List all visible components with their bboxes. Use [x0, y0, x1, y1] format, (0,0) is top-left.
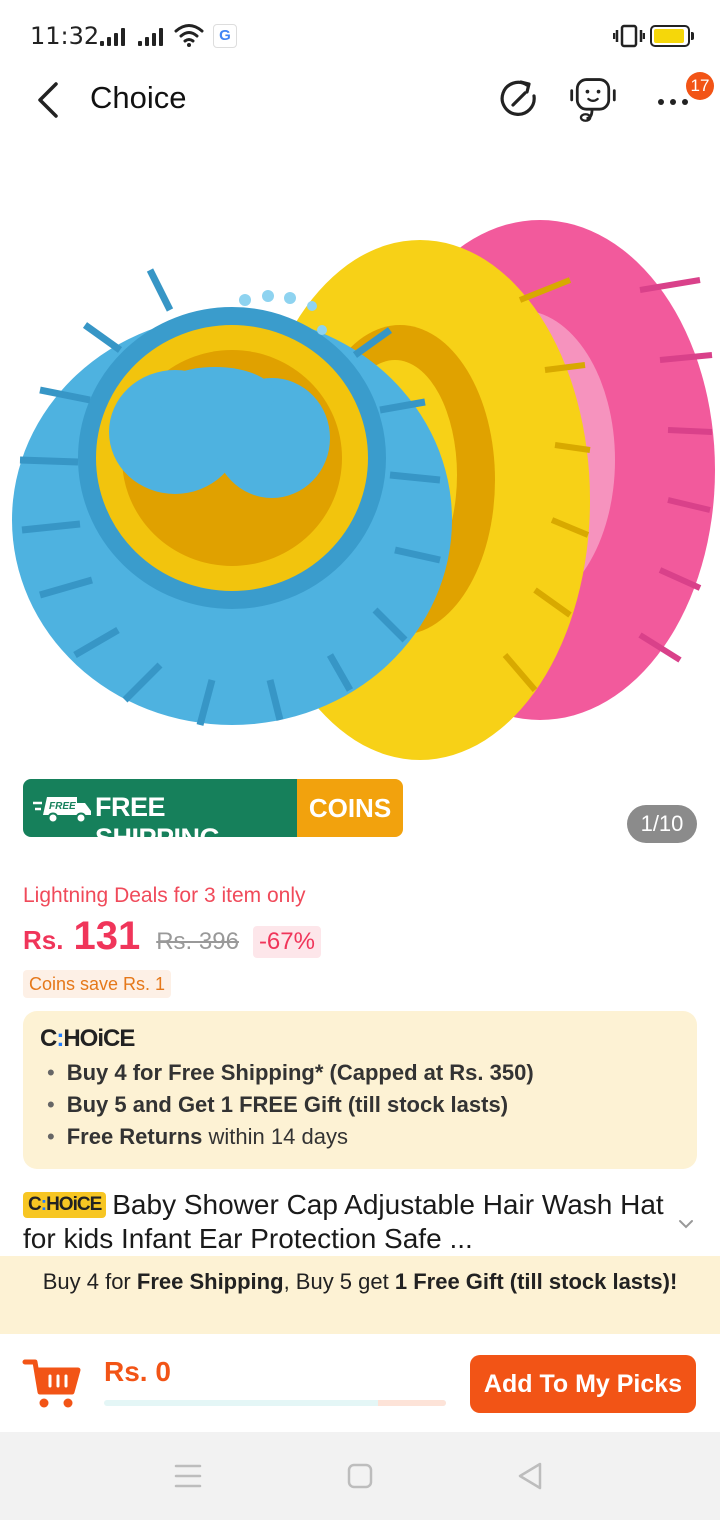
choice-logo: C:HOiCE	[40, 1025, 135, 1052]
menu-icon[interactable]	[172, 1460, 204, 1492]
chevron-down-icon[interactable]	[676, 1216, 696, 1232]
product-image[interactable]	[0, 140, 720, 860]
free-shipping-coins-banner: FREE FREE SHIPPING COINS	[23, 779, 403, 837]
product-title: Baby Shower Cap Adjustable Hair Wash Hat…	[23, 1189, 664, 1254]
shower-caps-illustration	[12, 220, 715, 760]
benefit-item: Buy 5 and Get 1 FREE Gift (till stock la…	[47, 1089, 534, 1121]
free-tag: FREE	[49, 801, 76, 812]
free-shipping-badge: FREE FREE SHIPPING	[23, 779, 297, 837]
original-price: Rs. 396	[156, 928, 239, 955]
product-title-block[interactable]: C:HOiCE Baby Shower Cap Adjustable Hair W…	[23, 1188, 673, 1256]
current-price: 131	[73, 914, 141, 958]
choice-benefits-list: Buy 4 for Free Shipping* (Capped at Rs. …	[47, 1057, 534, 1153]
price-currency: Rs.	[23, 925, 64, 955]
discount-badge: -67%	[252, 926, 321, 958]
cart-icon[interactable]	[22, 1352, 82, 1412]
lightning-deal-text: Lightning Deals for 3 item only	[23, 884, 306, 907]
status-bar: 11:32 G	[0, 0, 720, 70]
back-icon[interactable]	[514, 1460, 546, 1492]
choice-benefits-box[interactable]: C:HOiCE Buy 4 for Free Shipping* (Capped…	[23, 1011, 697, 1169]
back-arrow-icon[interactable]	[30, 78, 66, 122]
cart-total: Rs. 0	[104, 1356, 171, 1387]
benefit-item: Buy 4 for Free Shipping* (Capped at Rs. …	[47, 1057, 534, 1089]
signal-icon	[138, 26, 168, 46]
battery-icon	[650, 25, 694, 47]
google-icon: G	[213, 24, 237, 48]
wifi-icon	[174, 24, 204, 47]
page-title: Choice	[90, 80, 187, 115]
free-shipping-label: FREE SHIPPING	[95, 792, 221, 837]
coins-badge: COINS	[297, 779, 403, 837]
shipping-progress-bar	[104, 1400, 446, 1406]
vibrate-icon	[613, 24, 645, 48]
notification-badge: 17	[686, 72, 714, 100]
add-to-picks-button[interactable]: Add To My Picks	[470, 1355, 696, 1413]
status-time: 11:32	[30, 22, 100, 50]
home-icon[interactable]	[344, 1460, 376, 1492]
coins-save-badge: Coins save Rs. 1	[23, 970, 172, 998]
signal-icon	[100, 26, 130, 46]
share-icon[interactable]	[494, 74, 544, 124]
promo-bar: Buy 4 for Free Shipping, Buy 5 get 1 Fre…	[0, 1256, 720, 1334]
customer-service-icon[interactable]	[568, 74, 618, 124]
app-header: Choice 17	[0, 70, 720, 140]
price-row: Rs. 131 Rs. 396 -67%	[23, 914, 321, 960]
choice-tag: C:HOiCE	[23, 1192, 107, 1218]
system-nav-bar	[0, 1432, 720, 1520]
image-pager: 1/10	[627, 805, 697, 843]
bottom-action-row: Rs. 0 Add To My Picks	[0, 1334, 720, 1432]
benefit-item: Free Returns within 14 days	[47, 1121, 534, 1153]
delivery-truck-icon: FREE	[33, 797, 91, 824]
